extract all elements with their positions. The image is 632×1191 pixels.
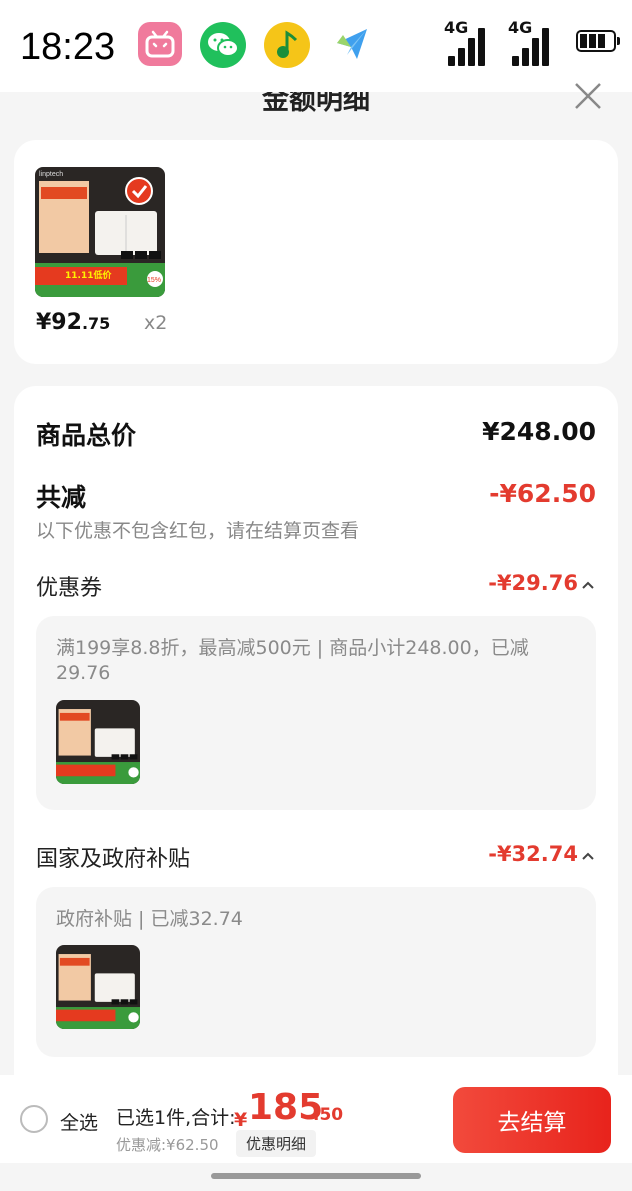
unit-price-dec: .75 (81, 314, 111, 333)
signal-icon: 4G (444, 18, 492, 66)
chevron-up-icon-2[interactable] (580, 848, 596, 864)
unit-price: ¥92.75 (36, 310, 110, 335)
product-thumbnail[interactable]: linptech 11.11低价 15% (35, 167, 165, 297)
subsidy-detail-text: 政府补贴 | 已减32.74 (56, 908, 243, 930)
total-reduce-value: -¥62.50 (489, 479, 596, 508)
wechat-icon (200, 22, 246, 68)
coupon-product-thumbnail (56, 700, 140, 784)
subsidy-detail-box: 政府补贴 | 已减32.74 (36, 887, 596, 1057)
sheet-header: 金额明细 (0, 92, 632, 132)
home-indicator[interactable] (211, 1173, 421, 1179)
total-currency: ¥ (234, 1109, 248, 1131)
product-card: linptech 11.11低价 15% ¥92.75 x2 (14, 140, 618, 364)
selected-summary: 已选1件,合计: (116, 1107, 236, 1129)
battery-tip (617, 37, 620, 45)
home-area (0, 1163, 632, 1191)
subsidy-label: 国家及政府补贴 (36, 847, 191, 872)
battery-icon (576, 30, 616, 52)
paper-plane-icon (330, 22, 374, 66)
qq-music-icon (264, 22, 310, 68)
subsidy-product-thumbnail (56, 945, 140, 1029)
subsidy-value[interactable]: -¥32.74 (488, 842, 578, 866)
product-promo-pct: 15% (147, 277, 161, 284)
status-bar: 18:23 4G 4G (0, 0, 632, 92)
discount-summary: 优惠减:¥62.50 (116, 1136, 219, 1154)
total-price-label: 商品总价 (36, 421, 137, 450)
chevron-up-icon[interactable] (580, 577, 596, 593)
coupon-value[interactable]: -¥29.76 (488, 571, 578, 595)
network-type-2: 4G (508, 18, 533, 37)
total-reduce-label: 共减 (36, 483, 87, 512)
discount-note: 以下优惠不包含红包，请在结算页查看 (36, 520, 360, 542)
product-promo-big: 11.11低价 (65, 269, 112, 281)
total-amount-dec: .50 (313, 1105, 344, 1125)
quantity: x2 (144, 312, 168, 334)
discount-detail-button[interactable]: 优惠明细 (236, 1130, 317, 1157)
coupon-detail-text: 满199享8.8折，最高减500元 | 商品小计248.00，已减29.76 (56, 637, 529, 684)
select-all-label[interactable]: 全选 (60, 1108, 98, 1135)
status-time: 18:23 (20, 26, 116, 68)
product-brand: linptech (39, 171, 63, 178)
total-price-value: ¥248.00 (482, 417, 596, 446)
signal-icon-2: 4G (508, 18, 556, 66)
sheet-title: 金额明细 (262, 92, 370, 116)
checkout-button[interactable]: 去结算 (453, 1087, 611, 1153)
amount-detail-card: 商品总价 ¥248.00 共减 -¥62.50 以下优惠不包含红包，请在结算页查… (14, 386, 618, 1106)
coupon-label: 优惠券 (36, 576, 103, 601)
bilibili-icon (138, 22, 182, 66)
total-amount-int: 185 (248, 1087, 324, 1128)
network-type-1: 4G (444, 18, 469, 37)
coupon-detail-box: 满199享8.8折，最高减500元 | 商品小计248.00，已减29.76 (36, 616, 596, 810)
select-all-radio[interactable] (20, 1105, 48, 1133)
unit-price-int: ¥92 (36, 310, 82, 335)
checkout-bar: 全选 已选1件,合计: ¥ 185 .50 优惠减:¥62.50 优惠明细 去结… (0, 1075, 632, 1163)
close-icon[interactable] (572, 80, 604, 112)
